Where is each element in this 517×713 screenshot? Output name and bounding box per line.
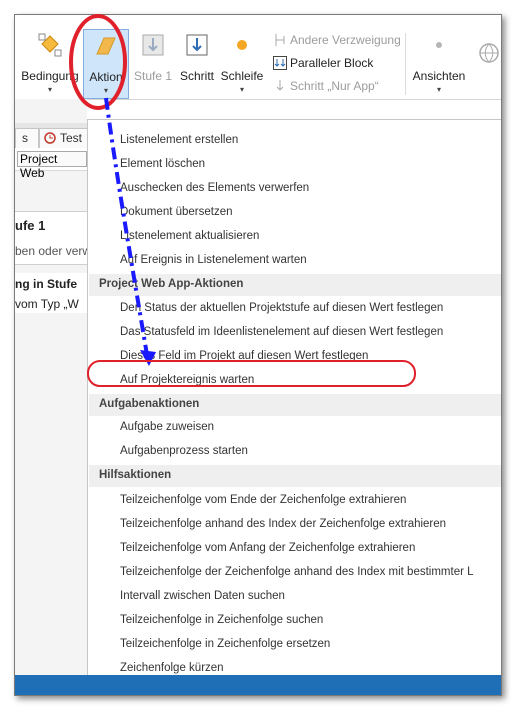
- annotation-circle-aktion: [69, 14, 127, 110]
- annotation-highlight-projektereignis: [87, 360, 416, 387]
- arrowhead-icon: [140, 350, 156, 366]
- annotation-arrow: [104, 97, 149, 356]
- annotation-overlay: [69, 14, 416, 387]
